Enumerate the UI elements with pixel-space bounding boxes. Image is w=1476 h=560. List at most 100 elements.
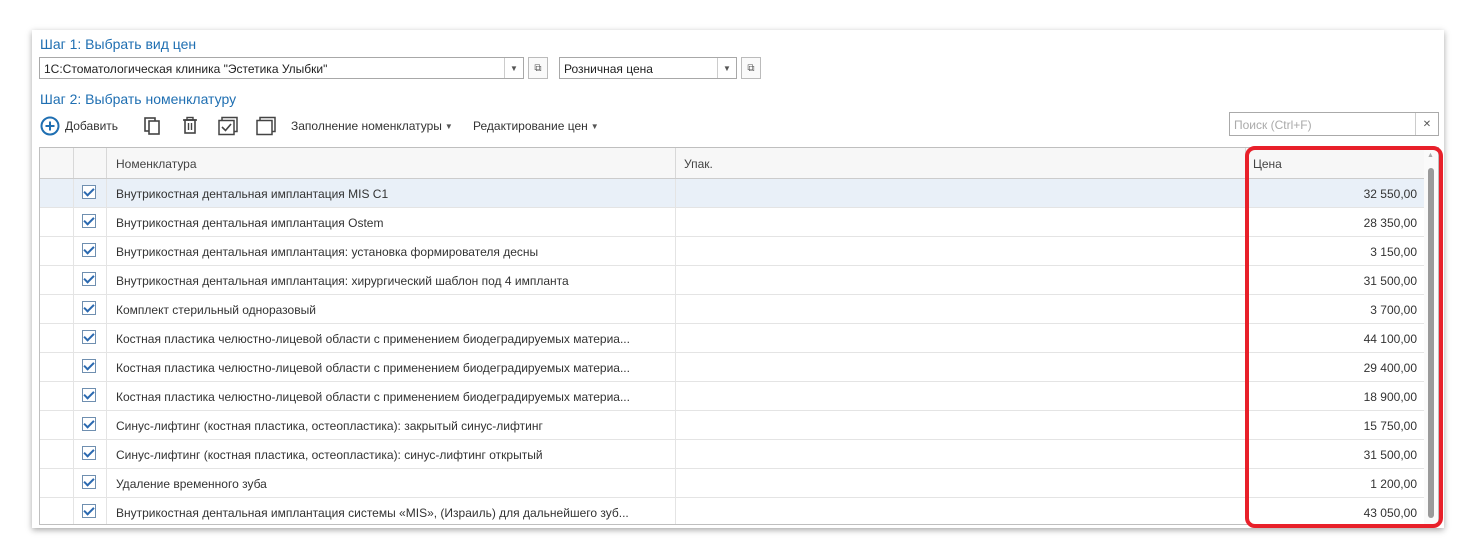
row-checkbox[interactable]: [82, 272, 96, 286]
table-row[interactable]: Комплект стерильный одноразовый 3 700,00: [40, 295, 1425, 324]
table-row[interactable]: Внутрикостная дентальная имплантация MIS…: [40, 179, 1425, 208]
copy-icon: [144, 117, 160, 135]
edit-prices-label: Редактирование цен: [473, 119, 588, 133]
table-row[interactable]: Костная пластика челюстно-лицевой област…: [40, 353, 1425, 382]
table-row[interactable]: Внутрикостная дентальная имплантация: ус…: [40, 237, 1425, 266]
check-all-button[interactable]: [217, 113, 239, 139]
chevron-down-icon[interactable]: ▼: [504, 58, 523, 78]
cell-divider: [675, 208, 676, 236]
price-type-select[interactable]: Розничная цена ▼: [559, 57, 737, 79]
cell-divider: [106, 179, 107, 207]
cell-divider: [675, 266, 676, 294]
cell-divider: [106, 469, 107, 497]
column-divider: [106, 148, 107, 178]
cell-divider: [106, 266, 107, 294]
row-marker: [40, 353, 74, 381]
cell-divider: [106, 295, 107, 323]
row-nomenclature: Внутрикостная дентальная имплантация Ost…: [116, 216, 384, 230]
table-row[interactable]: Удаление временного зуба 1 200,00: [40, 469, 1425, 498]
table-row[interactable]: Синус-лифтинг (костная пластика, остеопл…: [40, 440, 1425, 469]
row-checkbox[interactable]: [82, 475, 96, 489]
row-marker: [40, 266, 74, 294]
row-checkbox[interactable]: [82, 330, 96, 344]
row-nomenclature: Внутрикостная дентальная имплантация: хи…: [116, 274, 569, 288]
cell-divider: [106, 411, 107, 439]
table-row[interactable]: Внутрикостная дентальная имплантация сис…: [40, 498, 1425, 524]
row-marker: [40, 324, 74, 352]
step1-title: Шаг 1: Выбрать вид цен: [40, 36, 197, 52]
row-marker: [40, 411, 74, 439]
row-checkbox[interactable]: [82, 185, 96, 199]
row-checkbox[interactable]: [82, 504, 96, 518]
clear-search-icon[interactable]: ✕: [1415, 113, 1438, 135]
search-placeholder: Поиск (Ctrl+F): [1234, 118, 1312, 132]
cell-divider: [675, 295, 676, 323]
cell-divider: [106, 208, 107, 236]
table-row[interactable]: Внутрикостная дентальная имплантация: хи…: [40, 266, 1425, 295]
copy-button[interactable]: [142, 113, 162, 139]
row-checkbox[interactable]: [82, 388, 96, 402]
nomenclature-table: Номенклатура Упак. Цена Внутрикостная де…: [39, 147, 1439, 525]
column-header-nomenclature[interactable]: Номенклатура: [116, 157, 197, 171]
row-checkbox[interactable]: [82, 417, 96, 431]
search-input[interactable]: Поиск (Ctrl+F) ✕: [1229, 112, 1439, 136]
organization-value: 1С:Стоматологическая клиника "Эстетика У…: [44, 62, 328, 76]
cell-divider: [106, 498, 107, 524]
open-organization-icon[interactable]: ⧉: [528, 57, 548, 79]
row-marker: [40, 237, 74, 265]
table-row[interactable]: Синус-лифтинг (костная пластика, остеопл…: [40, 411, 1425, 440]
row-marker: [40, 382, 74, 410]
chevron-down-icon: ▼: [590, 121, 599, 131]
row-marker: [40, 469, 74, 497]
cell-divider: [106, 440, 107, 468]
table-row[interactable]: Внутрикостная дентальная имплантация Ost…: [40, 208, 1425, 237]
cell-divider: [675, 498, 676, 524]
row-checkbox[interactable]: [82, 446, 96, 460]
row-nomenclature: Комплект стерильный одноразовый: [116, 303, 316, 317]
delete-button[interactable]: [180, 113, 200, 139]
row-checkbox[interactable]: [82, 243, 96, 257]
row-nomenclature: Костная пластика челюстно-лицевой област…: [116, 332, 630, 346]
check-all-icon: [218, 116, 238, 136]
cell-divider: [106, 324, 107, 352]
price-type-value: Розничная цена: [564, 62, 653, 76]
cell-divider: [675, 237, 676, 265]
row-nomenclature: Костная пластика челюстно-лицевой област…: [116, 361, 630, 375]
table-body: Внутрикостная дентальная имплантация MIS…: [40, 179, 1425, 524]
step2-title: Шаг 2: Выбрать номенклатуру: [40, 91, 237, 107]
table-header: Номенклатура Упак. Цена: [40, 148, 1425, 179]
fill-nomenclature-label: Заполнение номенклатуры: [291, 119, 442, 133]
add-label: Добавить: [65, 119, 119, 133]
add-button[interactable]: Добавить: [40, 113, 118, 139]
chevron-down-icon: ▼: [444, 121, 453, 131]
table-row[interactable]: Костная пластика челюстно-лицевой област…: [40, 382, 1425, 411]
organization-select[interactable]: 1С:Стоматологическая клиника "Эстетика У…: [39, 57, 524, 79]
row-marker: [40, 498, 74, 524]
row-nomenclature: Синус-лифтинг (костная пластика, остеопл…: [116, 419, 543, 433]
cell-divider: [106, 237, 107, 265]
row-marker: [40, 295, 74, 323]
price-column-highlight: [1245, 146, 1443, 528]
cell-divider: [675, 179, 676, 207]
column-divider: [73, 148, 74, 178]
row-nomenclature: Удаление временного зуба: [116, 477, 267, 491]
row-nomenclature: Костная пластика челюстно-лицевой област…: [116, 390, 630, 404]
row-marker: [40, 208, 74, 236]
cell-divider: [675, 469, 676, 497]
uncheck-all-button[interactable]: [255, 113, 277, 139]
price-setting-window: Шаг 1: Выбрать вид цен 1С:Стоматологичес…: [32, 30, 1444, 528]
trash-icon: [183, 116, 197, 134]
edit-prices-menu[interactable]: Редактирование цен ▼: [473, 113, 599, 139]
row-marker: [40, 440, 74, 468]
row-checkbox[interactable]: [82, 359, 96, 373]
column-header-package[interactable]: Упак.: [684, 157, 713, 171]
cell-divider: [106, 382, 107, 410]
open-price-type-icon[interactable]: ⧉: [741, 57, 761, 79]
cell-divider: [675, 353, 676, 381]
table-row[interactable]: Костная пластика челюстно-лицевой област…: [40, 324, 1425, 353]
row-checkbox[interactable]: [82, 214, 96, 228]
fill-nomenclature-menu[interactable]: Заполнение номенклатуры ▼: [291, 113, 453, 139]
chevron-down-icon[interactable]: ▼: [717, 58, 736, 78]
row-checkbox[interactable]: [82, 301, 96, 315]
cell-divider: [675, 382, 676, 410]
